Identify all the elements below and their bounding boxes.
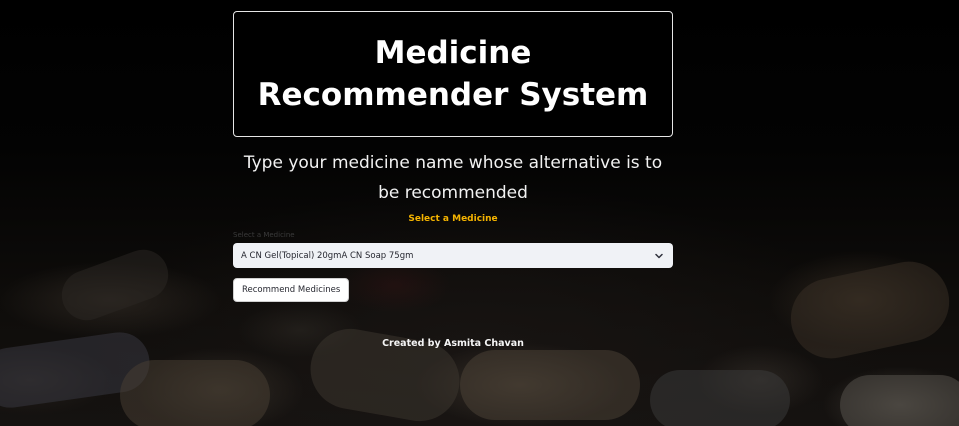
- medicine-select-value: A CN Gel(Topical) 20gmA CN Soap 75gm: [241, 250, 414, 261]
- chevron-down-icon[interactable]: [653, 250, 665, 262]
- main-container: Medicine Recommender System Type your me…: [233, 11, 673, 349]
- background-pill: [650, 370, 790, 426]
- background-pill: [120, 360, 270, 426]
- recommend-medicines-button[interactable]: Recommend Medicines: [233, 278, 350, 302]
- footer-credit: Created by Asmita Chavan: [382, 338, 524, 349]
- page-title: Medicine Recommender System: [257, 35, 649, 113]
- background-pill: [783, 254, 957, 366]
- background-pill: [460, 350, 640, 420]
- medicine-select[interactable]: A CN Gel(Topical) 20gmA CN Soap 75gm: [233, 243, 673, 268]
- select-heading: Select a Medicine: [408, 214, 498, 224]
- select-label: Select a Medicine: [233, 231, 295, 239]
- page-subtitle: Type your medicine name whose alternativ…: [243, 153, 663, 203]
- background-pill: [54, 242, 176, 328]
- background-pill: [840, 375, 959, 426]
- title-box: Medicine Recommender System: [233, 11, 673, 137]
